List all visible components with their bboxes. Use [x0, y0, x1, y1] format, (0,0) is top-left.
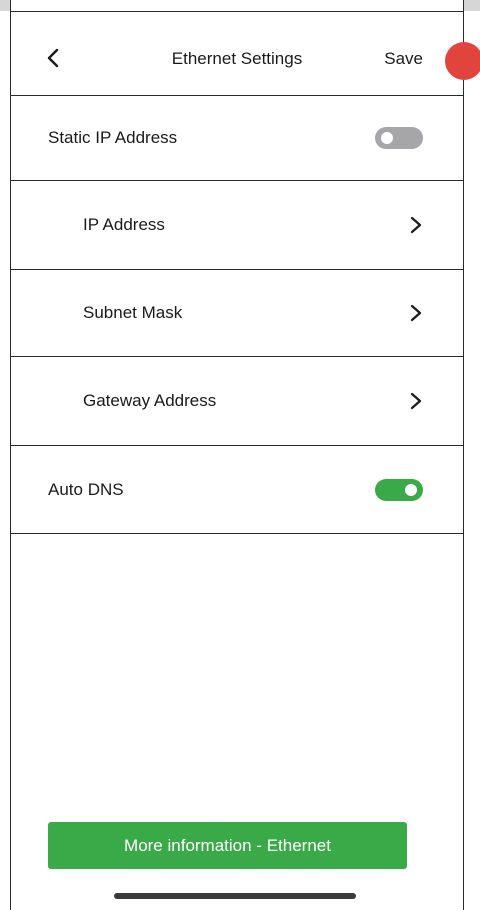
- static-ip-row: Static IP Address: [11, 96, 463, 181]
- static-ip-label: Static IP Address: [48, 128, 178, 147]
- subnet-mask-row[interactable]: Subnet Mask: [11, 270, 463, 357]
- toggle-knob: [381, 132, 393, 144]
- auto-dns-label: Auto DNS: [48, 479, 124, 499]
- toggle-knob: [405, 483, 417, 496]
- chevron-right-icon: [410, 304, 422, 322]
- record-indicator-dot: [445, 42, 480, 80]
- gateway-address-label: Gateway Address: [83, 391, 217, 410]
- chevron-right-icon: [410, 392, 422, 410]
- more-information-button[interactable]: More information - Ethernet: [48, 822, 407, 869]
- chevron-right-icon: [410, 216, 422, 234]
- subnet-mask-label: Subnet Mask: [83, 303, 183, 322]
- save-button[interactable]: Save: [384, 49, 423, 69]
- ip-address-label: IP Address: [83, 215, 165, 234]
- home-indicator: [114, 893, 356, 899]
- auto-dns-toggle[interactable]: [375, 478, 423, 501]
- phone-screen: Ethernet Settings Save Static IP Address…: [10, 0, 464, 910]
- auto-dns-row: Auto DNS: [11, 446, 463, 534]
- static-ip-toggle[interactable]: [375, 127, 423, 149]
- ip-address-row[interactable]: IP Address: [11, 181, 463, 270]
- navigation-header: Ethernet Settings Save: [11, 12, 463, 96]
- gateway-address-row[interactable]: Gateway Address: [11, 357, 463, 446]
